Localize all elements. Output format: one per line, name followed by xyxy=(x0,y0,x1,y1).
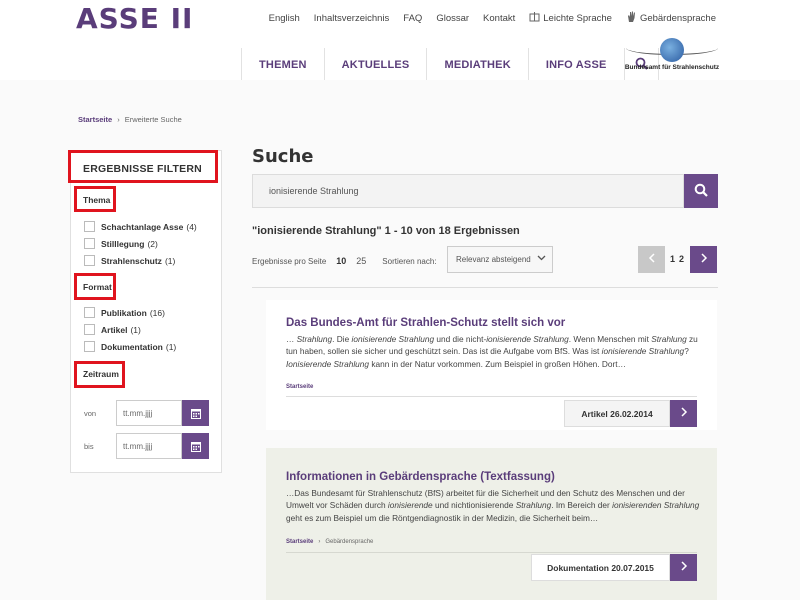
search-submit-button[interactable] xyxy=(684,174,718,208)
checkbox[interactable] xyxy=(84,307,95,318)
result-source-home[interactable]: Startseite xyxy=(286,539,313,545)
pagination-page-1[interactable]: 1 xyxy=(670,254,675,264)
results-summary: "ionisierende Strahlung" 1 - 10 von 18 E… xyxy=(252,225,520,237)
breadcrumb-home[interactable]: Startseite xyxy=(78,115,112,124)
sort-select[interactable]: Relevanz absteigend xyxy=(447,246,553,273)
page-title: Suche xyxy=(252,146,314,167)
divider xyxy=(252,287,718,288)
globe-icon xyxy=(660,38,684,62)
divider xyxy=(286,396,697,397)
result-type-date: Dokumentation 20.07.2015 xyxy=(531,554,670,581)
result-snippet: …Das Bundesamt für Strahlenschutz (BfS) … xyxy=(286,488,700,523)
result-open-button[interactable] xyxy=(670,554,697,581)
date-from-label: von xyxy=(84,408,97,418)
filter-thema-stilllegung[interactable]: Stilllegung (2) xyxy=(84,238,158,249)
breadcrumb-separator: › xyxy=(117,115,120,124)
highlight-box-zeitraum xyxy=(74,361,125,388)
highlight-box-thema xyxy=(74,186,116,212)
nav-info-asse[interactable]: INFO ASSE xyxy=(529,48,625,81)
checkbox[interactable] xyxy=(84,324,95,335)
chevron-right-icon xyxy=(680,407,688,420)
checkbox[interactable] xyxy=(84,221,95,232)
per-page-label: Ergebnisse pro Seite xyxy=(252,256,327,266)
result-source: Startseite xyxy=(286,384,313,390)
result-type-date: Artikel 26.02.2014 xyxy=(564,400,670,427)
chevron-right-icon xyxy=(680,561,688,574)
date-from-row: von tt.mm.jjjj xyxy=(84,400,209,426)
main-navigation: THEMEN AKTUELLES MEDIATHEK INFO ASSE xyxy=(241,48,659,81)
topnav-faq[interactable]: FAQ xyxy=(403,11,422,26)
site-logo[interactable]: ASSE II xyxy=(76,2,193,35)
breadcrumb: Startseite › Erweiterte Suche xyxy=(78,115,182,124)
result-card: Informationen in Gebärdensprache (Textfa… xyxy=(266,448,717,600)
book-icon xyxy=(529,11,540,26)
topnav-leichte-sprache[interactable]: Leichte Sprache xyxy=(529,11,612,26)
per-page-25[interactable]: 25 xyxy=(356,256,366,266)
chevron-right-icon xyxy=(700,253,708,266)
filter-format-publikation[interactable]: Publikation (16) xyxy=(84,307,165,318)
result-source: Startseite › Gebärdensprache xyxy=(286,539,373,545)
topnav-inhaltsverzeichnis[interactable]: Inhaltsverzeichnis xyxy=(314,11,390,26)
topnav-english[interactable]: English xyxy=(269,11,300,26)
sort-label: Sortieren nach: xyxy=(382,256,437,266)
date-to-input[interactable]: tt.mm.jjjj xyxy=(116,433,182,459)
site-header: ASSE II English Inhaltsverzeichnis FAQ G… xyxy=(0,0,800,81)
filter-thema-strahlenschutz[interactable]: Strahlenschutz (1) xyxy=(84,255,175,266)
nav-mediathek[interactable]: MEDIATHEK xyxy=(427,48,529,81)
checkbox[interactable] xyxy=(84,255,95,266)
breadcrumb-current: Erweiterte Suche xyxy=(124,115,182,124)
divider xyxy=(286,552,697,553)
chevron-down-icon xyxy=(537,253,546,264)
result-title[interactable]: Informationen in Gebärdensprache (Textfa… xyxy=(286,471,555,483)
checkbox[interactable] xyxy=(84,341,95,352)
per-page-10[interactable]: 10 xyxy=(336,256,346,266)
highlight-box-format xyxy=(74,273,116,300)
date-to-label: bis xyxy=(84,441,94,451)
calendar-icon[interactable] xyxy=(182,400,209,426)
date-from-input[interactable]: tt.mm.jjjj xyxy=(116,400,182,426)
nav-aktuelles[interactable]: AKTUELLES xyxy=(325,48,428,81)
filter-format-artikel[interactable]: Artikel (1) xyxy=(84,324,141,335)
result-card: Das Bundes-Amt für Strahlen-Schutz stell… xyxy=(266,300,717,430)
topnav-kontakt[interactable]: Kontakt xyxy=(483,11,515,26)
hand-icon xyxy=(626,11,637,26)
pagination-page-2[interactable]: 2 xyxy=(679,254,684,264)
results-per-page: Ergebnisse pro Seite 10 25 Sortieren nac… xyxy=(252,256,437,266)
pagination-next-button[interactable] xyxy=(690,246,717,273)
result-source-section[interactable]: Gebärdensprache xyxy=(325,539,373,545)
sort-value: Relevanz absteigend xyxy=(456,255,531,264)
highlight-box-filter-title xyxy=(68,150,218,183)
topnav-glossar[interactable]: Glossar xyxy=(436,11,469,26)
search-input[interactable]: ionisierende Strahlung xyxy=(252,174,684,208)
bfs-logo[interactable]: Bundesamt für Strahlenschutz xyxy=(622,38,722,76)
breadcrumb-separator: › xyxy=(318,539,321,545)
top-navigation: English Inhaltsverzeichnis FAQ Glossar K… xyxy=(255,11,716,26)
result-open-button[interactable] xyxy=(670,400,697,427)
topnav-gebaerdensprache[interactable]: Gebärdensprache xyxy=(626,11,716,26)
filter-thema-schachtanlage[interactable]: Schachtanlage Asse (4) xyxy=(84,221,197,232)
result-source-home[interactable]: Startseite xyxy=(286,384,313,390)
nav-themen[interactable]: THEMEN xyxy=(242,48,325,81)
chevron-left-icon xyxy=(648,253,656,266)
calendar-icon[interactable] xyxy=(182,433,209,459)
result-title[interactable]: Das Bundes-Amt für Strahlen-Schutz stell… xyxy=(286,317,565,329)
filter-format-dokumentation[interactable]: Dokumentation (1) xyxy=(84,341,176,352)
search-icon xyxy=(694,183,708,200)
pagination-prev-button[interactable] xyxy=(638,246,665,273)
date-to-row: bis tt.mm.jjjj xyxy=(84,433,209,459)
result-snippet: … Strahlung. Die ionisierende Strahlung … xyxy=(286,334,698,369)
checkbox[interactable] xyxy=(84,238,95,249)
